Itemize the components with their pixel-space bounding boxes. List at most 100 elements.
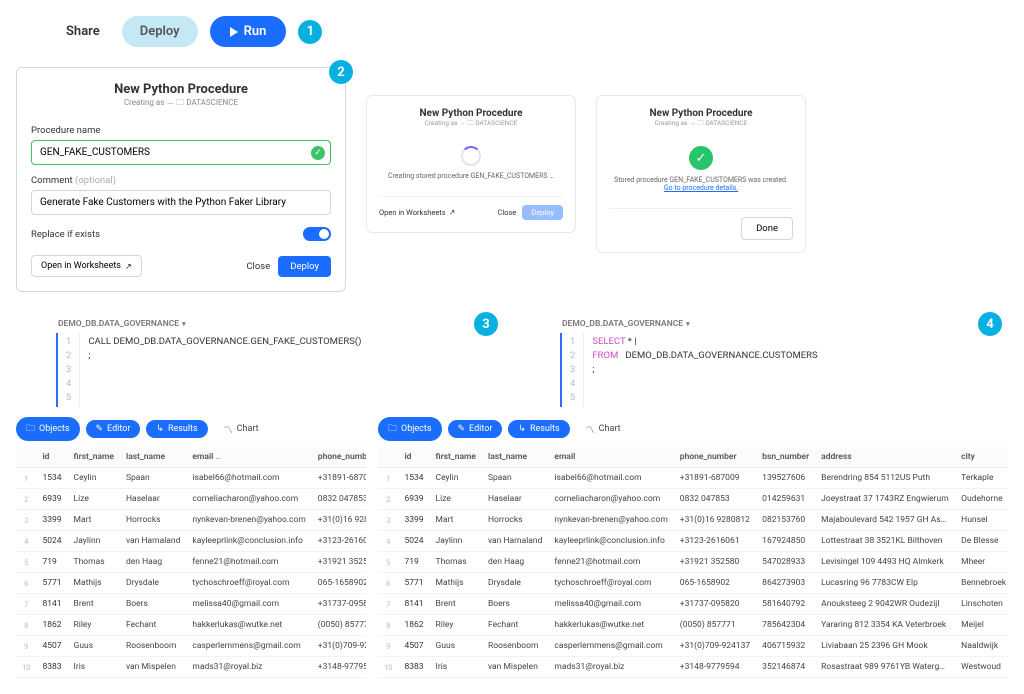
go-to-details-link[interactable]: Go to procedure details. <box>664 184 738 192</box>
row-number: 7 <box>378 594 398 615</box>
cell-bsn: 352146874 <box>756 657 815 678</box>
cell-first-name: Guus <box>68 636 120 657</box>
sort-icon: … <box>215 453 220 461</box>
external-link-icon: ↗ <box>125 262 132 271</box>
table-row[interactable]: 4 5024 Jaylinn van Hamaland kayleeprlink… <box>16 531 366 552</box>
tab-results[interactable]: ↳Results <box>146 420 207 438</box>
col-last-name[interactable]: last_name <box>120 447 186 468</box>
modal-subtitle: Creating as → 🗀 DATASCIENCE <box>379 119 563 130</box>
tab-chart[interactable]: 〽Chart <box>214 419 269 440</box>
close-button[interactable]: Close <box>246 261 270 272</box>
table-row[interactable]: 10 8383 Iris van Mispelen mads31@royal.b… <box>16 657 366 678</box>
col-phone[interactable]: phone_number <box>674 447 756 468</box>
col-address[interactable]: address <box>815 447 955 468</box>
cell-id: 8141 <box>36 594 67 615</box>
cell-bsn: 785642304 <box>756 615 815 636</box>
table-row[interactable]: 3 3399 Mart Horrocks nynkevan-brenen@yah… <box>16 510 366 531</box>
context-breadcrumb[interactable]: DEMO_DB.DATA_GOVERNANCE ▾ <box>58 319 186 329</box>
cell-last-name: van Hamaland <box>482 531 548 552</box>
callout-badge-3: 3 <box>474 312 498 336</box>
table-row[interactable]: 9 4507 Guus Roosenboom casperlemmens@gma… <box>378 636 1008 657</box>
table-row[interactable]: 7 8141 Brent Boers melissa40@gmail.com +… <box>378 594 1008 615</box>
table-row[interactable]: 1 1534 Ceylin Spaan isabel66@hotmail.com… <box>16 468 366 489</box>
cell-phone: +3148-9779594 <box>674 657 756 678</box>
results-left: 🗀Objects ✎Editor ↳Results 〽Chart id firs… <box>16 417 366 678</box>
col-id[interactable]: id <box>36 447 67 468</box>
table-row[interactable]: 2 6939 Lize Haselaar corneliacharon@yaho… <box>16 489 366 510</box>
done-button[interactable]: Done <box>741 217 793 240</box>
modal-subtitle: Creating as→🗀 DATASCIENCE <box>31 97 331 111</box>
table-row[interactable]: 8 1862 Riley Fechant hakkerlukas@wutke.n… <box>378 615 1008 636</box>
col-last-name[interactable]: last_name <box>482 447 548 468</box>
table-row[interactable]: 5 719 Thomas den Haag fenne21@hotmail.co… <box>378 552 1008 573</box>
tab-results[interactable]: ↳Results <box>508 420 569 438</box>
table-row[interactable]: 1 1534 Ceylin Spaan isabel66@hotmail.com… <box>378 468 1008 489</box>
cell-first-name: Lize <box>68 489 120 510</box>
table-row[interactable]: 9 4507 Guus Roosenboom casperlemmens@gma… <box>16 636 366 657</box>
cell-bsn: 581640792 <box>756 594 815 615</box>
col-phone[interactable]: phone_number <box>312 447 366 468</box>
cell-phone: +31(0)709-924137 <box>312 636 366 657</box>
table-row[interactable]: 5 719 Thomas den Haag fenne21@hotmail.co… <box>16 552 366 573</box>
tab-objects[interactable]: 🗀Objects <box>378 417 442 441</box>
table-row[interactable]: 7 8141 Brent Boers melissa40@gmail.com +… <box>16 594 366 615</box>
cell-first-name: Brent <box>430 594 482 615</box>
cell-city: Westwoud <box>955 657 1008 678</box>
table-row[interactable]: 4 5024 Jaylinn van Hamaland kayleeprlink… <box>378 531 1008 552</box>
col-bsn[interactable]: bsn_number <box>756 447 815 468</box>
cell-phone: +31737-095820 <box>312 594 366 615</box>
tab-editor[interactable]: ✎Editor <box>86 420 141 438</box>
cell-first-name: Jaylinn <box>430 531 482 552</box>
close-button[interactable]: Close <box>497 208 516 217</box>
col-first-name[interactable]: first_name <box>68 447 120 468</box>
sql-text: SELECT * |FROM DEMO_DB.DATA_GOVERNANCE.C… <box>584 333 825 407</box>
cell-last-name: Spaan <box>120 468 186 489</box>
cell-id: 719 <box>36 552 67 573</box>
cell-phone: +31921 352580 <box>674 552 756 573</box>
replace-toggle[interactable] <box>303 227 331 241</box>
comment-label: Comment (optional) <box>31 175 331 186</box>
open-in-worksheets-button[interactable]: Open in Worksheets↗ <box>379 208 455 217</box>
cell-id: 8383 <box>36 657 67 678</box>
table-row[interactable]: 2 6939 Lize Haselaar corneliacharon@yaho… <box>378 489 1008 510</box>
col-email[interactable]: email… <box>186 447 311 468</box>
external-link-icon: ↗ <box>449 208 456 217</box>
return-icon: ↳ <box>156 424 164 434</box>
cell-email: corneliacharon@yahoo.com <box>186 489 311 510</box>
tab-chart[interactable]: 〽Chart <box>576 419 631 440</box>
chart-icon: 〽 <box>224 423 233 436</box>
open-in-worksheets-button[interactable]: Open in Worksheets↗ <box>31 255 142 277</box>
cell-first-name: Guus <box>430 636 482 657</box>
share-button[interactable]: Share <box>56 18 110 45</box>
cell-city: Mheer <box>955 552 1008 573</box>
cell-phone: +31891-687009 <box>312 468 366 489</box>
col-city[interactable]: city <box>955 447 1008 468</box>
cell-address: Levisingel 109 4493 HQ Almkerk <box>815 552 955 573</box>
col-first-name[interactable]: first_name <box>430 447 482 468</box>
table-row[interactable]: 3 3399 Mart Horrocks nynkevan-brenen@yah… <box>378 510 1008 531</box>
col-id[interactable]: id <box>398 447 429 468</box>
cell-first-name: Brent <box>68 594 120 615</box>
creating-procedure-modal: New Python Procedure Creating as → 🗀 DAT… <box>366 95 576 233</box>
cell-phone: +31(0)16 9280812 <box>674 510 756 531</box>
sql-editor[interactable]: 12345 CALL DEMO_DB.DATA_GOVERNANCE.GEN_F… <box>56 333 504 407</box>
tab-objects[interactable]: 🗀Objects <box>16 417 80 441</box>
run-button[interactable]: Run <box>210 16 287 47</box>
row-number: 10 <box>378 657 398 678</box>
proc-name-input[interactable] <box>31 140 331 165</box>
cell-email: isabel66@hotmail.com <box>186 468 311 489</box>
results-table: id first_name last_name email… phone_num… <box>16 447 366 678</box>
row-number: 9 <box>16 636 36 657</box>
context-breadcrumb[interactable]: DEMO_DB.DATA_GOVERNANCE ▾ <box>562 319 690 329</box>
tab-editor[interactable]: ✎Editor <box>448 420 503 438</box>
table-row[interactable]: 8 1862 Riley Fechant hakkerlukas@wutke.n… <box>16 615 366 636</box>
row-number: 1 <box>16 468 36 489</box>
table-row[interactable]: 10 8383 Iris van Mispelen mads31@royal.b… <box>378 657 1008 678</box>
sql-editor[interactable]: 12345 SELECT * |FROM DEMO_DB.DATA_GOVERN… <box>560 333 1008 407</box>
comment-input[interactable] <box>31 190 331 215</box>
col-email[interactable]: email <box>548 447 673 468</box>
deploy-button[interactable]: Deploy <box>122 16 198 47</box>
cell-email: casperlemmens@gmail.com <box>186 636 311 657</box>
cell-last-name: Spaan <box>482 468 548 489</box>
deploy-modal-button[interactable]: Deploy <box>278 256 331 277</box>
